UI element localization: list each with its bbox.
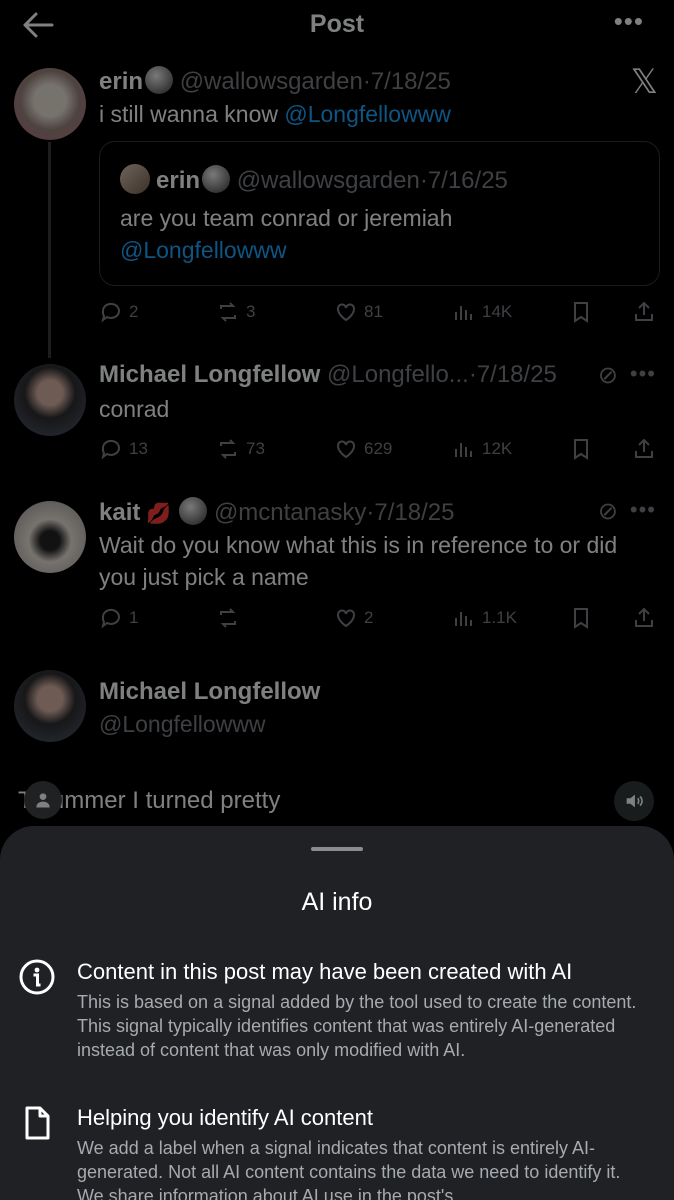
- bookmark-icon[interactable]: [569, 603, 599, 633]
- like-button[interactable]: 2: [334, 603, 373, 633]
- share-icon[interactable]: [632, 434, 662, 464]
- quote-meta: erin @wallowsgarden·7/16/25: [120, 164, 508, 195]
- disco-ball-icon: [145, 66, 174, 94]
- media-caption: T summer I turned pretty: [0, 775, 674, 825]
- post-meta: Michael Longfellow @Longfello...·7/18/25: [99, 361, 557, 388]
- author-name[interactable]: erin: [99, 68, 143, 95]
- author-handle[interactable]: @wallowsgarden: [180, 68, 363, 95]
- reply-button[interactable]: 13: [99, 434, 148, 464]
- mention-link[interactable]: @Longfellowww: [284, 101, 451, 127]
- avatar[interactable]: [14, 670, 86, 742]
- post-text: Wait do you know what this is in referen…: [99, 532, 618, 590]
- mention-link[interactable]: @Longfellowww: [120, 234, 452, 266]
- avatar[interactable]: [14, 501, 86, 573]
- views-button[interactable]: 14K: [452, 297, 512, 327]
- quoted-post[interactable]: erin @wallowsgarden·7/16/25 are you team…: [99, 141, 660, 286]
- sheet-title: AI info: [301, 888, 373, 916]
- avatar[interactable]: [14, 68, 86, 140]
- info-heading: Helping you identify AI content: [77, 1105, 373, 1130]
- post-actions: 2 3 81 14K: [99, 297, 659, 327]
- profile-name[interactable]: Michael Longfellow: [99, 678, 320, 706]
- repost-button[interactable]: [216, 603, 246, 633]
- post-actions: 13 73 629 12K: [99, 434, 659, 464]
- author-name[interactable]: kait: [99, 499, 140, 526]
- views-button[interactable]: 1.1K: [452, 603, 517, 633]
- post-text: conrad: [99, 396, 170, 422]
- disco-ball-icon: [179, 497, 208, 525]
- x-logo-icon: 𝕏: [630, 62, 658, 102]
- quote-text: are you team conrad or jeremiah @Longfel…: [120, 202, 452, 266]
- views-button[interactable]: 12K: [452, 434, 512, 464]
- thread-connector: [48, 142, 51, 358]
- post-date[interactable]: 7/18/25: [371, 68, 451, 95]
- ai-info-sheet: AI info Content in this post may have be…: [0, 826, 674, 1200]
- top-bar: Post •••: [0, 0, 674, 50]
- post-meta: erin @wallowsgarden·7/18/25: [99, 66, 451, 95]
- sheet-grabber[interactable]: [311, 847, 363, 851]
- author-name[interactable]: Michael Longfellow: [99, 361, 320, 388]
- more-options-icon[interactable]: •••: [630, 497, 656, 523]
- reply-button[interactable]: 2: [99, 297, 138, 327]
- info-heading: Content in this post may have been creat…: [77, 959, 573, 984]
- grok-icon[interactable]: ⊘: [598, 497, 618, 526]
- reply-button[interactable]: 1: [99, 603, 138, 633]
- profile-handle[interactable]: @Longfellowww: [99, 708, 639, 740]
- lips-icon: 💋: [146, 503, 172, 525]
- bookmark-icon[interactable]: [569, 297, 599, 327]
- repost-button[interactable]: 73: [216, 434, 265, 464]
- like-button[interactable]: 81: [334, 297, 383, 327]
- page-title: Post: [309, 10, 365, 38]
- info-text: This is based on a signal added by the t…: [77, 992, 637, 1060]
- more-options-icon[interactable]: •••: [614, 6, 644, 37]
- grok-icon[interactable]: ⊘: [598, 361, 618, 390]
- avatar[interactable]: [14, 364, 86, 436]
- post-date[interactable]: 7/18/25: [374, 499, 454, 526]
- avatar: [120, 164, 150, 194]
- info-icon: [18, 958, 56, 996]
- author-handle[interactable]: @mcntanasky: [214, 499, 366, 526]
- info-text: We add a label when a signal indicates t…: [77, 1138, 621, 1200]
- bookmark-icon[interactable]: [569, 434, 599, 464]
- document-icon: [18, 1104, 56, 1142]
- post-actions: 1 2 1.1K: [99, 603, 659, 633]
- more-options-icon[interactable]: •••: [630, 361, 656, 387]
- post-meta: kait 💋 @mcntanasky·7/18/25: [99, 497, 455, 526]
- speaker-icon[interactable]: [614, 781, 654, 821]
- user-tag-icon[interactable]: [24, 781, 62, 819]
- author-handle[interactable]: @Longfello...: [327, 361, 469, 388]
- share-icon[interactable]: [632, 603, 662, 633]
- disco-ball-icon: [202, 165, 231, 193]
- share-icon[interactable]: [632, 297, 662, 327]
- post-text: i still wanna know @Longfellowww: [99, 101, 451, 127]
- repost-button[interactable]: 3: [216, 297, 255, 327]
- post-date[interactable]: 7/18/25: [477, 361, 557, 388]
- like-button[interactable]: 629: [334, 434, 392, 464]
